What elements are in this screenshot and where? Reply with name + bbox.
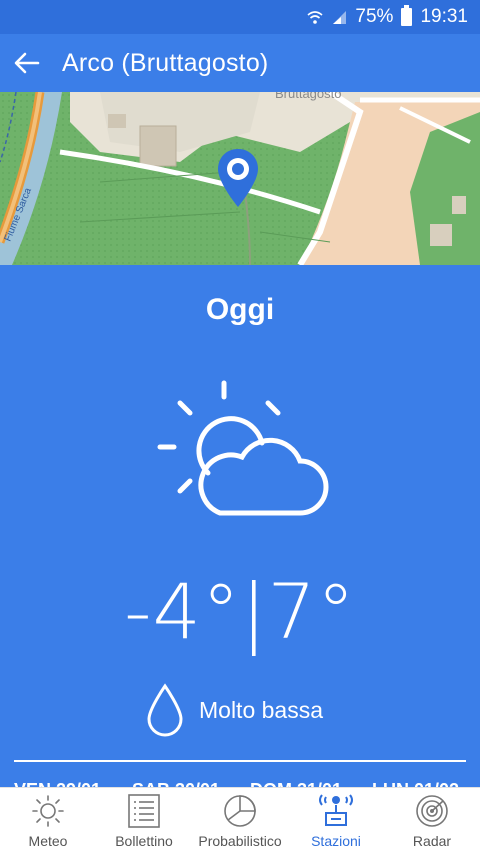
cell-signal-icon [333, 11, 347, 24]
pie-icon [224, 795, 256, 827]
precipitation-row: Molto bassa [145, 683, 323, 737]
radar-icon [416, 795, 448, 827]
wifi-icon [307, 11, 323, 24]
nav-label: Stazioni [311, 833, 361, 849]
temperature-range: -4°|7° [124, 567, 356, 656]
back-button[interactable] [4, 40, 50, 86]
station-map[interactable]: Bruttagosto Fiume Sarca [0, 92, 480, 265]
nav-item-radar[interactable]: Radar [384, 788, 480, 853]
divider [14, 760, 466, 762]
app-bar: Arco (Bruttagosto) [0, 34, 480, 92]
nav-label: Probabilistico [198, 833, 282, 849]
station-icon [319, 794, 353, 826]
forecast-panel: Oggi -4°|7° Molto bassa VEN 29/01 SAB 30… [0, 265, 480, 790]
battery-percent: 75% [355, 6, 394, 27]
status-bar: 75% 19:31 [0, 0, 480, 34]
location-pin-icon[interactable] [216, 147, 260, 209]
drop-icon [147, 683, 183, 737]
arrow-back-icon [14, 52, 40, 74]
nav-label: Bollettino [115, 833, 173, 849]
page-title: Arco (Bruttagosto) [62, 48, 269, 77]
nav-item-stazioni[interactable]: Stazioni [288, 788, 384, 853]
sun-icon [32, 795, 64, 827]
precipitation-label: Molto bassa [199, 696, 324, 723]
partly-cloudy-icon [157, 380, 329, 516]
nav-label: Meteo [28, 833, 68, 849]
nav-label: Radar [412, 833, 452, 849]
battery-icon [401, 5, 413, 26]
list-icon [128, 794, 160, 828]
nav-item-meteo[interactable]: Meteo [0, 788, 96, 853]
bottom-navigation: Meteo Bollettino Probabilistico Stazioni… [0, 787, 480, 853]
nav-item-probabilistico[interactable]: Probabilistico [192, 788, 288, 853]
map-place-label: Bruttagosto [275, 92, 342, 101]
forecast-day: Oggi [205, 293, 275, 326]
clock: 19:31 [420, 6, 468, 27]
nav-item-bollettino[interactable]: Bollettino [96, 788, 192, 853]
